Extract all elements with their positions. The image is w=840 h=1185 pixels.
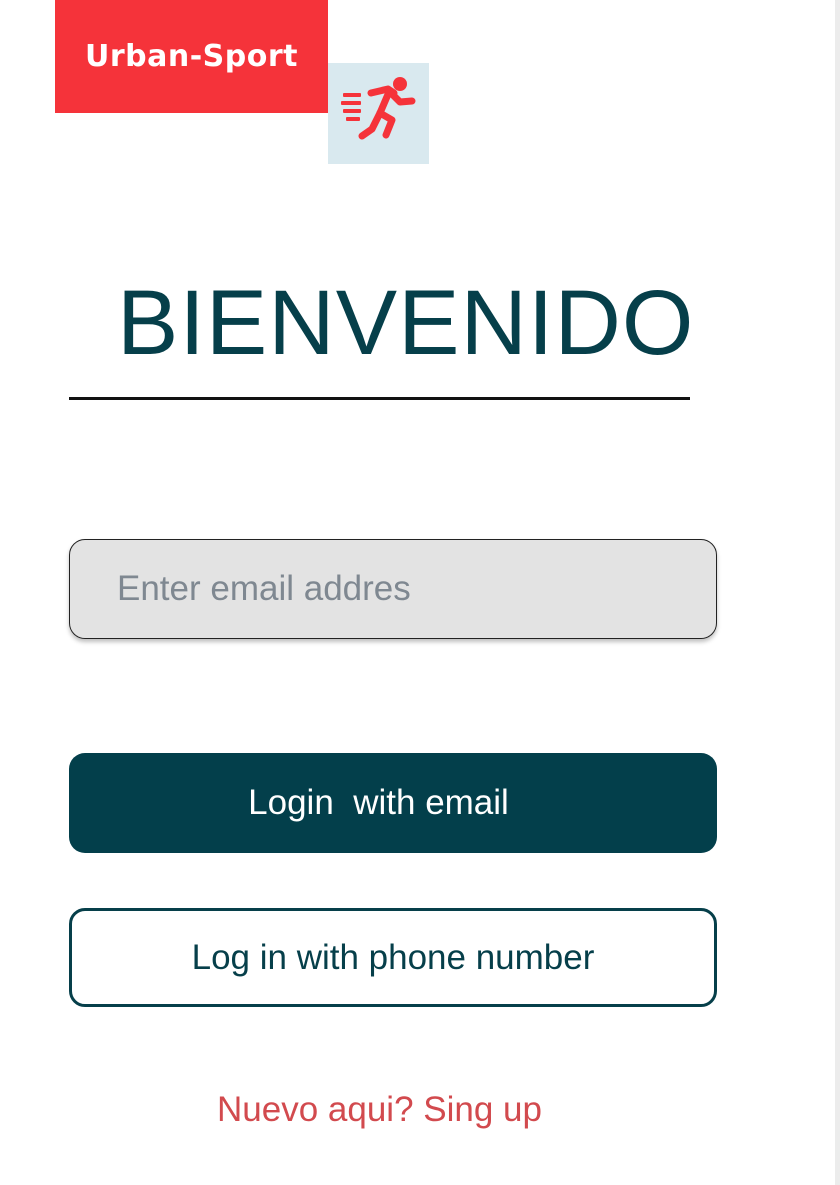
login-with-email-button[interactable]: Login with email (69, 753, 717, 853)
login-with-phone-label: Log in with phone number (191, 937, 595, 977)
title-underline (69, 397, 690, 400)
brand-banner: Urban-Sport (55, 0, 328, 113)
email-input[interactable] (69, 539, 717, 639)
login-with-email-label: Login with email (248, 783, 509, 822)
welcome-title: BIENVENIDO (117, 272, 695, 374)
right-edge-strip (835, 0, 840, 1185)
brand-name: Urban-Sport (84, 39, 298, 74)
running-person-icon (341, 77, 416, 140)
signup-link[interactable]: Nuevo aqui? Sing up (217, 1090, 542, 1130)
login-with-phone-button[interactable]: Log in with phone number (69, 908, 717, 1007)
brand-logo (328, 63, 429, 164)
